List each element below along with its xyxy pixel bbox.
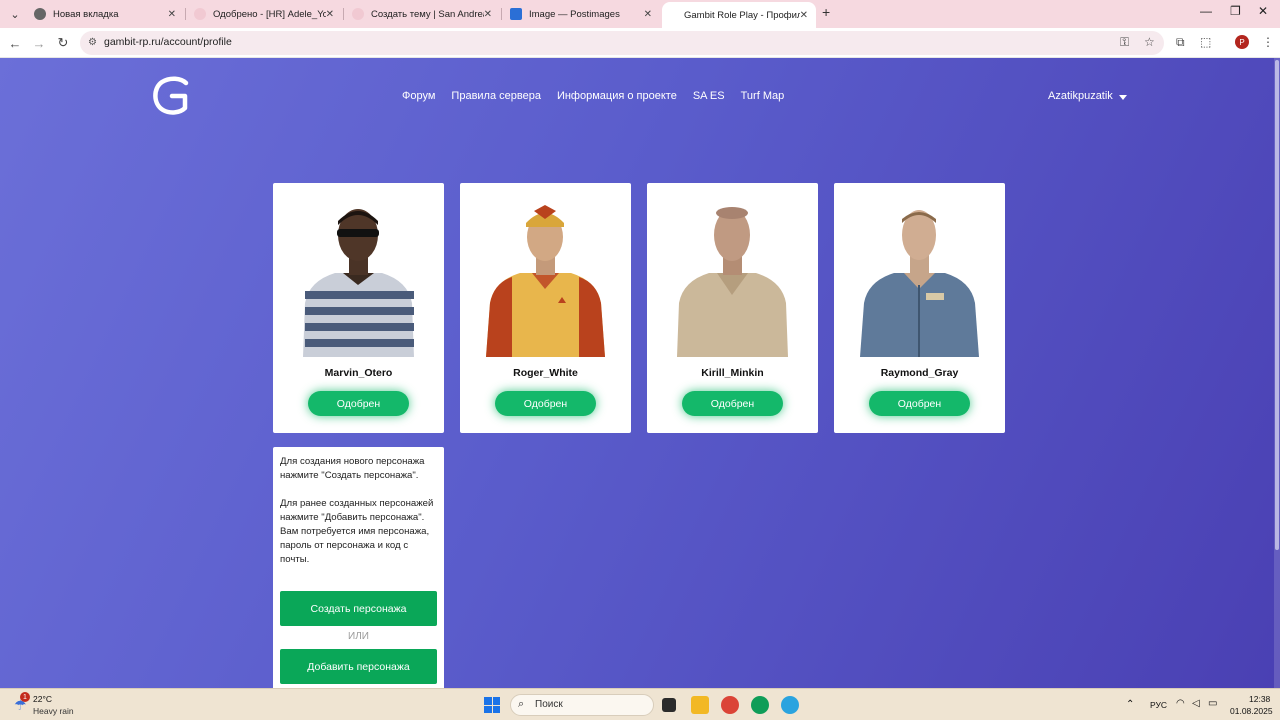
tab-title: Image — Postimages bbox=[529, 8, 620, 20]
scrollbar-thumb[interactable] bbox=[1275, 60, 1279, 550]
character-card[interactable]: Raymond_Gray Одобрен bbox=[834, 183, 1005, 433]
gambit-logo-icon[interactable] bbox=[150, 76, 192, 116]
profile-page: Форум Правила сервера Информация о проек… bbox=[0, 58, 1280, 688]
tray-chevron-up-icon[interactable]: ⌃ bbox=[1126, 699, 1134, 710]
add-hint: Для ранее созданных персонажей нажмите "… bbox=[280, 498, 434, 565]
nav-sa-es[interactable]: SA ES bbox=[693, 90, 725, 102]
profile-avatar[interactable]: P bbox=[1235, 35, 1249, 49]
page-scrollbar[interactable] bbox=[1274, 58, 1280, 688]
or-divider: ИЛИ bbox=[348, 631, 369, 642]
approved-status-button[interactable]: Одобрен bbox=[682, 391, 783, 416]
taskbar-search[interactable]: ⌕ Поиск bbox=[510, 694, 654, 716]
tab-postimages[interactable]: Image — Postimages ✕ bbox=[502, 2, 660, 26]
character-actions-card: Для создания нового персонажа нажмите "С… bbox=[273, 447, 444, 688]
approved-status-button[interactable]: Одобрен bbox=[495, 391, 596, 416]
extensions-puzzle-icon[interactable]: ⬚ bbox=[1200, 35, 1211, 49]
weather-description[interactable]: Heavy rain bbox=[33, 706, 74, 716]
site-settings-icon[interactable]: ⚙ bbox=[88, 37, 97, 48]
forum-favicon-icon bbox=[194, 8, 206, 20]
telegram-icon[interactable] bbox=[781, 696, 799, 714]
nav-server-rules[interactable]: Правила сервера bbox=[451, 90, 541, 102]
character-avatar-image bbox=[860, 210, 979, 357]
character-name: Roger_White bbox=[513, 367, 578, 379]
character-avatar-image bbox=[303, 209, 414, 357]
wifi-icon[interactable]: ◠ bbox=[1176, 698, 1185, 709]
bookmark-star-icon[interactable]: ☆ bbox=[1144, 35, 1155, 49]
approved-status-button[interactable]: Одобрен bbox=[869, 391, 970, 416]
instructions-text: Для создания нового персонажа нажмите "С… bbox=[280, 455, 440, 581]
tab-create-topic[interactable]: Создать тему | San Andreas Em ✕ bbox=[344, 2, 500, 26]
character-name: Raymond_Gray bbox=[880, 367, 959, 379]
clock-time[interactable]: 12:38 bbox=[1249, 694, 1270, 704]
nav-project-info[interactable]: Информация о проекте bbox=[557, 90, 677, 102]
tab-title: Создать тему | San Andreas Em bbox=[371, 8, 484, 20]
translate-extension-icon[interactable]: ⧉ bbox=[1176, 35, 1185, 50]
tab-title: Новая вкладка bbox=[53, 8, 119, 20]
window-close-icon[interactable]: ✕ bbox=[1258, 4, 1268, 18]
address-bar[interactable]: ⚙ gambit-rp.ru/account/profile ⚿ ☆ bbox=[80, 31, 1164, 55]
reload-icon[interactable]: ↻ bbox=[54, 34, 72, 52]
tab-title: Gambit Role Play - Профиль Ul bbox=[684, 9, 800, 21]
postimages-favicon-icon bbox=[510, 8, 522, 20]
tab-close-icon[interactable]: ✕ bbox=[484, 9, 492, 20]
username: Azatikpuzatik bbox=[1048, 90, 1113, 102]
tab-close-icon[interactable]: ✕ bbox=[168, 9, 176, 20]
tab-close-icon[interactable]: ✕ bbox=[800, 10, 808, 21]
tab-close-icon[interactable]: ✕ bbox=[326, 9, 334, 20]
character-avatar-image bbox=[486, 205, 605, 357]
password-key-icon[interactable]: ⚿ bbox=[1120, 35, 1129, 50]
create-character-button[interactable]: Создать персонажа bbox=[280, 591, 437, 626]
character-card[interactable]: Roger_White Одобрен bbox=[460, 183, 631, 433]
create-hint: Для создания нового персонажа нажмите "С… bbox=[280, 456, 425, 481]
approved-status-button[interactable]: Одобрен bbox=[308, 391, 409, 416]
character-avatar-image bbox=[677, 207, 788, 357]
browser-toolbar: ← → ↻ ⚙ gambit-rp.ru/account/profile ⚿ ☆… bbox=[0, 28, 1280, 58]
chrome-app-icon[interactable] bbox=[721, 696, 739, 714]
windows-start-icon[interactable] bbox=[484, 697, 500, 713]
file-explorer-icon[interactable] bbox=[691, 696, 709, 714]
add-character-button[interactable]: Добавить персонажа bbox=[280, 649, 437, 684]
task-view-icon[interactable] bbox=[662, 698, 676, 712]
character-card[interactable]: Marvin_Otero Одобрен bbox=[273, 183, 444, 433]
character-name: Marvin_Otero bbox=[324, 367, 393, 379]
caret-down-icon bbox=[1118, 94, 1127, 100]
character-name: Kirill_Minkin bbox=[701, 367, 764, 379]
weather-notification-badge: 1 bbox=[20, 692, 30, 702]
browser-tab-bar: ⌄ Новая вкладка ✕ Одобрено - [HR] Adele_… bbox=[0, 0, 1280, 28]
restore-icon[interactable]: ❐ bbox=[1230, 4, 1241, 18]
weather-temperature[interactable]: 22°C bbox=[33, 694, 52, 704]
nav-turf-map[interactable]: Turf Map bbox=[741, 90, 785, 102]
main-nav: Форум Правила сервера Информация о проек… bbox=[402, 90, 784, 102]
nav-forum[interactable]: Форум bbox=[402, 90, 435, 102]
clock-date[interactable]: 01.08.2025 bbox=[1230, 706, 1273, 716]
battery-icon[interactable]: ▭ bbox=[1208, 698, 1217, 709]
character-card[interactable]: Kirill_Minkin Одобрен bbox=[647, 183, 818, 433]
search-label: Поиск bbox=[535, 699, 563, 710]
tab-approved[interactable]: Одобрено - [HR] Adele_Young ✕ bbox=[186, 2, 342, 26]
forum-favicon-icon bbox=[352, 8, 364, 20]
tab-new-tab[interactable]: Новая вкладка ✕ bbox=[26, 2, 184, 26]
tab-title: Одобрено - [HR] Adele_Young bbox=[213, 8, 326, 20]
new-tab-plus-icon[interactable]: + bbox=[822, 4, 830, 20]
browser-menu-icon[interactable]: ⋮ bbox=[1262, 35, 1274, 49]
chrome-icon bbox=[34, 8, 46, 20]
chrome-profile-app-icon[interactable] bbox=[751, 696, 769, 714]
minimize-icon[interactable]: — bbox=[1200, 4, 1212, 18]
forward-arrow-icon[interactable]: → bbox=[30, 34, 48, 52]
search-icon: ⌕ bbox=[518, 698, 525, 710]
tab-search-chevron-icon[interactable]: ⌄ bbox=[6, 5, 24, 23]
volume-icon[interactable]: ◁ bbox=[1192, 698, 1200, 709]
url-text[interactable]: gambit-rp.ru/account/profile bbox=[104, 36, 232, 48]
tab-gambit-profile[interactable]: Gambit Role Play - Профиль Ul ✕ bbox=[662, 2, 816, 28]
input-language[interactable]: РУС bbox=[1150, 700, 1167, 710]
user-menu[interactable]: Azatikpuzatik bbox=[1048, 90, 1127, 102]
back-arrow-icon[interactable]: ← bbox=[6, 34, 24, 52]
windows-taskbar: ☂ 1 22°C Heavy rain ⌕ Поиск ⌃ РУС ◠ ◁ ▭ … bbox=[0, 688, 1280, 720]
tab-close-icon[interactable]: ✕ bbox=[644, 9, 652, 20]
